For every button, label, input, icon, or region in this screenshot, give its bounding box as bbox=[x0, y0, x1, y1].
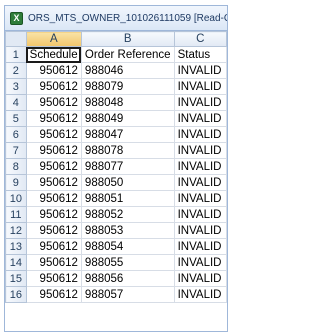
cell-order-reference[interactable]: 988053 bbox=[80, 222, 175, 239]
cell-order-reference[interactable]: 988078 bbox=[80, 142, 175, 159]
cell-order-reference[interactable]: 988055 bbox=[80, 254, 175, 271]
cell-schedule[interactable]: 950612 bbox=[25, 94, 82, 111]
select-all-corner[interactable] bbox=[5, 31, 27, 47]
table-row: 14 950612 988055 INVALID bbox=[5, 254, 228, 271]
cell-status[interactable]: INVALID bbox=[173, 222, 228, 239]
cell-order-reference[interactable]: 988077 bbox=[80, 158, 175, 175]
column-header-a[interactable]: A bbox=[25, 31, 82, 47]
column-header-c[interactable]: C bbox=[173, 31, 228, 47]
table-row: 16 950612 988057 INVALID bbox=[5, 286, 228, 303]
row-header[interactable]: 6 bbox=[5, 126, 27, 143]
spreadsheet-grid[interactable]: A B C 1 Schedule Order Reference Status 2 950… bbox=[5, 31, 228, 303]
row-header[interactable]: 11 bbox=[5, 206, 27, 223]
cell-schedule[interactable]: 950612 bbox=[25, 158, 82, 175]
cell-order-reference[interactable]: 988047 bbox=[80, 126, 175, 143]
cell-status[interactable]: INVALID bbox=[173, 94, 228, 111]
row-header[interactable]: 2 bbox=[5, 62, 27, 79]
table-row: 12 950612 988053 INVALID bbox=[5, 222, 228, 239]
table-row: 8 950612 988077 INVALID bbox=[5, 158, 228, 175]
table-row: 1 Schedule Order Reference Status bbox=[5, 46, 228, 63]
table-row: 15 950612 988056 INVALID bbox=[5, 270, 228, 287]
cell-status[interactable]: INVALID bbox=[173, 254, 228, 271]
cell-schedule[interactable]: 950612 bbox=[25, 62, 82, 79]
excel-icon[interactable]: X bbox=[10, 11, 23, 25]
table-row: 7 950612 988078 INVALID bbox=[5, 142, 228, 159]
row-header[interactable]: 7 bbox=[5, 142, 27, 159]
row-header[interactable]: 10 bbox=[5, 190, 27, 207]
table-row: 6 950612 988047 INVALID bbox=[5, 126, 228, 143]
cell-schedule[interactable]: 950612 bbox=[25, 142, 82, 159]
column-header-b[interactable]: B bbox=[80, 31, 175, 47]
row-header[interactable]: 1 bbox=[5, 46, 27, 63]
cell-schedule[interactable]: 950612 bbox=[25, 110, 82, 127]
cell-c1-status[interactable]: Status bbox=[173, 46, 228, 63]
cell-status[interactable]: INVALID bbox=[173, 270, 228, 287]
cell-order-reference[interactable]: 988054 bbox=[80, 238, 175, 255]
row-header[interactable]: 4 bbox=[5, 94, 27, 111]
cell-status[interactable]: INVALID bbox=[173, 62, 228, 79]
cell-schedule[interactable]: 950612 bbox=[25, 78, 82, 95]
cell-status[interactable]: INVALID bbox=[173, 158, 228, 175]
cell-schedule[interactable]: 950612 bbox=[25, 222, 82, 239]
table-row: 2 950612 988046 INVALID bbox=[5, 62, 228, 79]
cell-order-reference[interactable]: 988057 bbox=[80, 286, 175, 303]
cell-schedule[interactable]: 950612 bbox=[25, 190, 82, 207]
cell-order-reference[interactable]: 988050 bbox=[80, 174, 175, 191]
cell-status[interactable]: INVALID bbox=[173, 110, 228, 127]
row-header[interactable]: 12 bbox=[5, 222, 27, 239]
cell-order-reference[interactable]: 988046 bbox=[80, 62, 175, 79]
row-header[interactable]: 5 bbox=[5, 110, 27, 127]
table-row: 13 950612 988054 INVALID bbox=[5, 238, 228, 255]
cell-status[interactable]: INVALID bbox=[173, 238, 228, 255]
cell-a1-schedule[interactable]: Schedule bbox=[25, 46, 82, 63]
cell-status[interactable]: INVALID bbox=[173, 190, 228, 207]
cell-order-reference[interactable]: 988051 bbox=[80, 190, 175, 207]
row-header[interactable]: 3 bbox=[5, 78, 27, 95]
cell-b1-order-reference[interactable]: Order Reference bbox=[80, 46, 175, 63]
cell-schedule[interactable]: 950612 bbox=[25, 174, 82, 191]
table-row: 4 950612 988048 INVALID bbox=[5, 94, 228, 111]
cell-status[interactable]: INVALID bbox=[173, 286, 228, 303]
cell-schedule[interactable]: 950612 bbox=[25, 254, 82, 271]
cell-schedule[interactable]: 950612 bbox=[25, 238, 82, 255]
window-title: ORS_MTS_OWNER_101026111059 [Read-Only] bbox=[28, 12, 227, 24]
row-header[interactable]: 9 bbox=[5, 174, 27, 191]
table-row: 3 950612 988079 INVALID bbox=[5, 78, 228, 95]
table-row: 5 950612 988049 INVALID bbox=[5, 110, 228, 127]
cell-order-reference[interactable]: 988052 bbox=[80, 206, 175, 223]
table-row: 11 950612 988052 INVALID bbox=[5, 206, 228, 223]
cell-order-reference[interactable]: 988079 bbox=[80, 78, 175, 95]
cell-status[interactable]: INVALID bbox=[173, 78, 228, 95]
cell-schedule[interactable]: 950612 bbox=[25, 270, 82, 287]
row-header[interactable]: 15 bbox=[5, 270, 27, 287]
excel-window: X ORS_MTS_OWNER_101026111059 [Read-Only]… bbox=[4, 5, 228, 332]
row-header[interactable]: 13 bbox=[5, 238, 27, 255]
cell-status[interactable]: INVALID bbox=[173, 174, 228, 191]
cell-status[interactable]: INVALID bbox=[173, 126, 228, 143]
row-header[interactable]: 14 bbox=[5, 254, 27, 271]
cell-order-reference[interactable]: 988049 bbox=[80, 110, 175, 127]
cell-schedule[interactable]: 950612 bbox=[25, 126, 82, 143]
table-row: 10 950612 988051 INVALID bbox=[5, 190, 228, 207]
cell-order-reference[interactable]: 988048 bbox=[80, 94, 175, 111]
cell-schedule[interactable]: 950612 bbox=[25, 206, 82, 223]
cell-status[interactable]: INVALID bbox=[173, 142, 228, 159]
cell-status[interactable]: INVALID bbox=[173, 206, 228, 223]
cell-schedule[interactable]: 950612 bbox=[25, 286, 82, 303]
table-row: 9 950612 988050 INVALID bbox=[5, 174, 228, 191]
title-bar: X ORS_MTS_OWNER_101026111059 [Read-Only] bbox=[5, 6, 227, 31]
row-header[interactable]: 8 bbox=[5, 158, 27, 175]
cell-order-reference[interactable]: 988056 bbox=[80, 270, 175, 287]
row-header[interactable]: 16 bbox=[5, 286, 27, 303]
